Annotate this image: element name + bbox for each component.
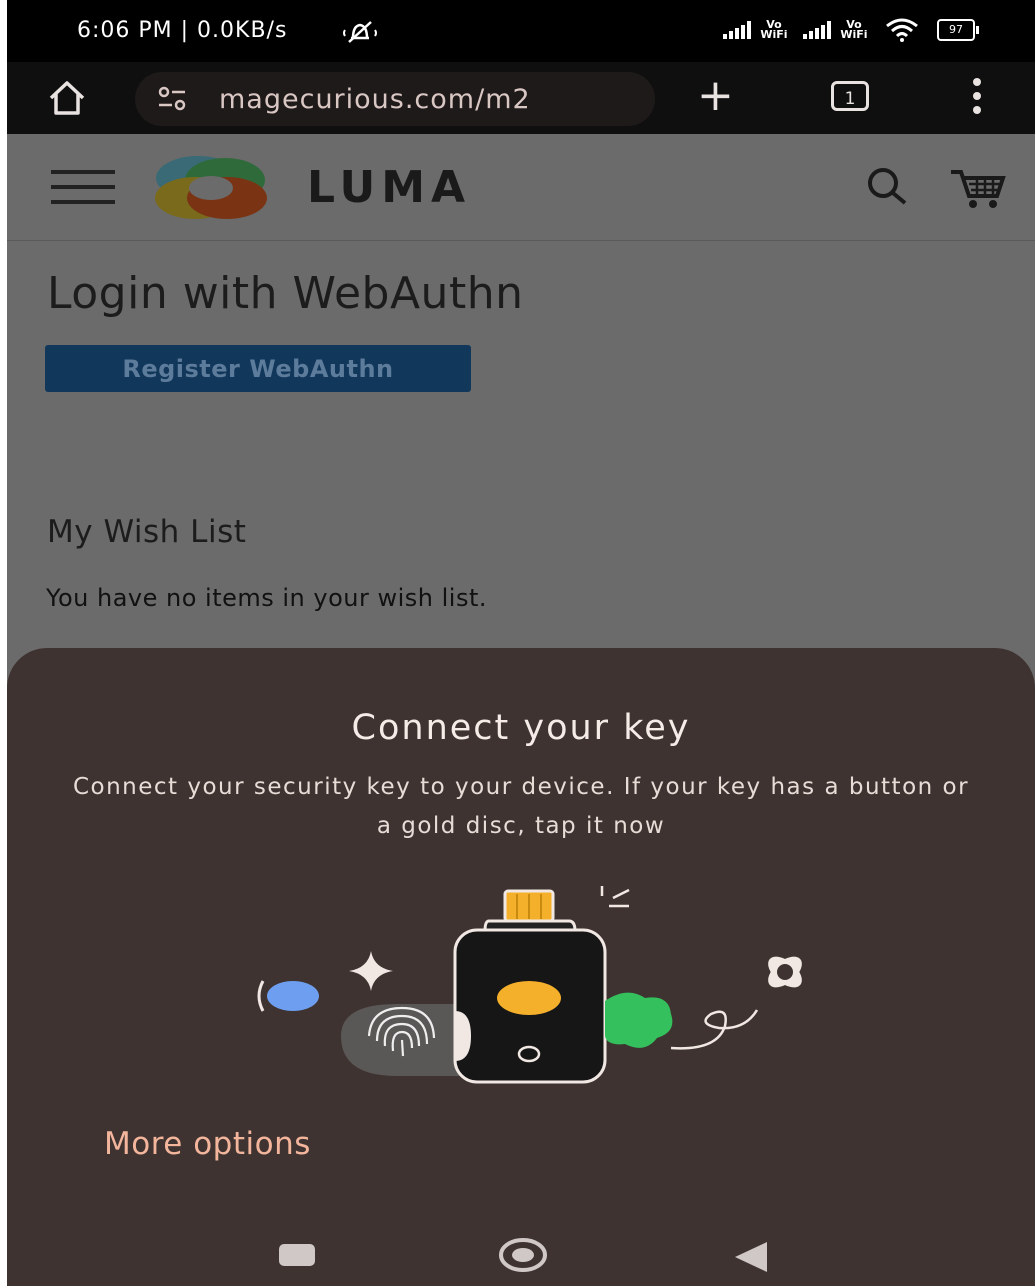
page-title: Login with WebAuthn [47, 268, 524, 319]
flower-icon [768, 956, 802, 988]
site-header: LUMA [7, 134, 1035, 241]
search-icon[interactable] [863, 166, 915, 206]
vowifi-label-2: Vo WiFi [840, 18, 868, 41]
brand-name: LUMA [307, 162, 472, 213]
site-settings-icon[interactable] [157, 86, 187, 112]
security-key-dialog: Connect your key Connect your security k… [7, 648, 1035, 1286]
address-bar[interactable]: magecurious.com/m2 [135, 72, 655, 126]
vowifi-label: Vo WiFi [760, 18, 788, 41]
home-button-icon[interactable] [497, 1236, 549, 1274]
fingerprint-icon [341, 1004, 467, 1076]
status-time: 6:06 PM | 0.0KB/s [77, 18, 288, 43]
signal-icon [723, 21, 751, 39]
recent-apps-icon[interactable] [279, 1244, 315, 1266]
new-tab-icon[interactable]: + [697, 74, 734, 118]
sparkle-icon [349, 951, 393, 991]
phone-screen: 6:06 PM | 0.0KB/s Vo WiFi Vo WiFi 97 mag… [7, 0, 1035, 1286]
wishlist-empty-message: You have no items in your wish list. [46, 584, 488, 612]
wishlist-title: My Wish List [47, 514, 247, 550]
hamburger-menu-icon[interactable] [51, 170, 115, 204]
blue-dot-icon [257, 980, 319, 1012]
battery-icon: 97 [937, 19, 979, 41]
do-not-disturb-icon [343, 21, 377, 43]
green-blob-icon [605, 992, 673, 1048]
register-webauthn-button[interactable]: Register WebAuthn [45, 345, 471, 392]
security-key-illustration [257, 886, 802, 1084]
dialog-description: Connect your security key to your device… [72, 774, 970, 839]
usb-key-icon [453, 889, 607, 1084]
luma-logo-icon[interactable] [153, 154, 269, 220]
browser-toolbar: magecurious.com/m2 + 1 [7, 62, 1035, 134]
back-button-icon[interactable] [733, 1240, 769, 1274]
more-options-link[interactable]: More options [104, 1126, 311, 1162]
cart-icon[interactable] [949, 166, 1007, 210]
system-nav-bar [7, 1220, 1035, 1286]
home-icon[interactable] [47, 78, 87, 118]
menu-icon[interactable] [971, 78, 983, 118]
wifi-icon [886, 18, 918, 42]
tabs-icon[interactable]: 1 [831, 81, 869, 111]
dialog-title: Connect your key [351, 708, 691, 748]
signal-icon-2 [803, 21, 831, 39]
status-bar: 6:06 PM | 0.0KB/s Vo WiFi Vo WiFi 97 [7, 0, 1035, 62]
url-text: magecurious.com/m2 [219, 84, 531, 115]
